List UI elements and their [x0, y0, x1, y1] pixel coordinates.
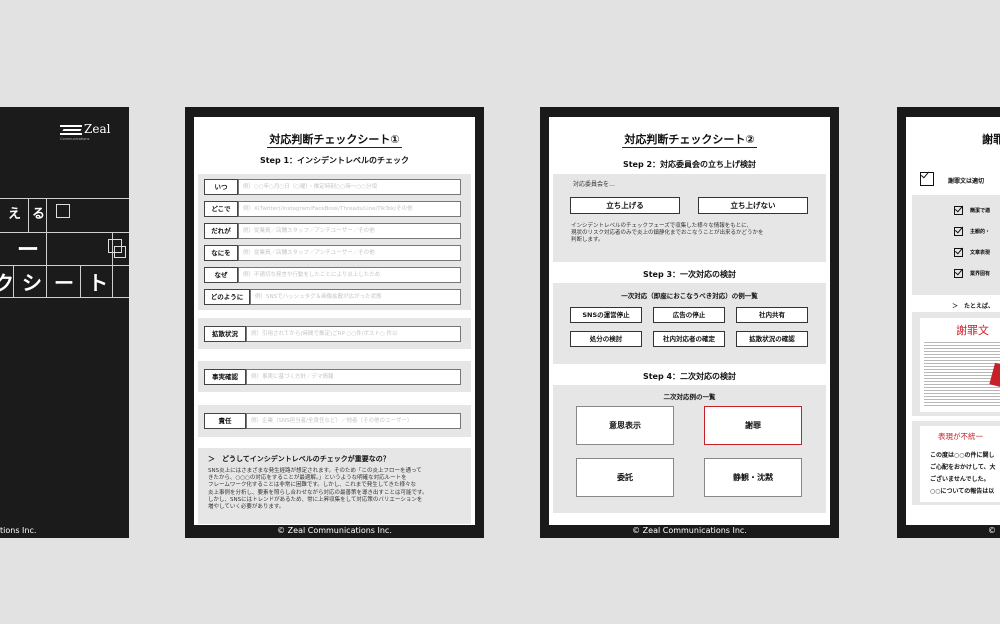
check-item-label: 文章表現 — [970, 250, 991, 256]
cover-page: Zeal Communications え る ー ク シ ー ト tions … — [0, 107, 129, 538]
cover-title-char: る — [32, 207, 46, 222]
divider-line — [80, 265, 81, 297]
who-field[interactable]: 例）従業員／店舗スタッフ／アンチユーザー／その他 — [238, 223, 461, 239]
logo-text: Zeal — [84, 122, 111, 136]
page-title: 対応判断チェックシート① — [267, 133, 402, 148]
bad-example-line: ご心配をおかけして、大 — [930, 464, 996, 471]
apology-sheet-page: 謝罪文 謝罪文は適切 簡潔で適 主観的・ 文章表現 業界固有 ＞ たとえば、 謝… — [897, 107, 1000, 538]
decor-square — [114, 246, 126, 258]
what-field[interactable]: 例）従業員／店舗スタッフ／アンチユーザー／その他 — [238, 245, 461, 261]
no-launch-committee-button[interactable]: 立ち上げない — [698, 197, 808, 214]
when-field[interactable]: 例）○○年○月○日（○曜）・推定時刻○○時～○○分頃 — [238, 179, 461, 195]
first-response-item[interactable]: 社内共有 — [736, 307, 808, 323]
field-label-where: どこで — [204, 201, 238, 217]
step-3-heading: Step 3：一次対応の検討 — [642, 270, 737, 279]
field-label-when: いつ — [204, 179, 238, 195]
field-label-who: だれが — [204, 223, 238, 239]
check-sheet-2-page: 対応判断チェックシート② Step 2：対応委員会の立ち上げ検討 対応委員会を…… — [540, 107, 839, 538]
logo-subtext: Communications — [60, 137, 90, 141]
sheet-3-content: 謝罪文 謝罪文は適切 簡潔で適 主観的・ 文章表現 業界固有 ＞ たとえば、 謝… — [906, 117, 1000, 525]
page-footer: © Zeal Communications Inc. — [632, 526, 747, 535]
decor-square — [56, 204, 70, 218]
check-item-label: 主観的・ — [970, 229, 991, 235]
where-field[interactable]: 例）X(Twitter)/Instagram/FaceBook/Threads/… — [238, 201, 461, 217]
cover-title-char: え — [8, 207, 22, 222]
second-response-silence[interactable]: 静観・沈黙 — [704, 458, 802, 497]
checkbox-icon[interactable] — [920, 172, 934, 186]
responsibility-field[interactable]: 例）企業（SNS担当者/全責任など）／他者（その他のユーザー） — [246, 413, 461, 429]
note-line: 炎上事例を分析し、要素を照らし合わせながら対応の最善策を導き出すことは可能です。 — [208, 489, 428, 496]
cover-footer: tions Inc. — [0, 526, 37, 535]
check-item-label: 簡潔で適 — [970, 208, 991, 214]
step-2-heading: Step 2：対応委員会の立ち上げ検討 — [622, 160, 757, 169]
step-4-heading: Step 4：二次対応の検討 — [642, 372, 737, 381]
checkbox-icon[interactable] — [954, 248, 963, 257]
fact-field[interactable]: 例）事実に基づく方針／デマ情報 — [246, 369, 461, 385]
field-label-how: どのように — [204, 289, 250, 305]
field-label-what: なにを — [204, 245, 238, 261]
note-line: しかし、SNSにはトレンドがあるため、常に上昇収集をして対応策のバリエーションを — [208, 496, 423, 503]
document-heading: 謝罪文 — [956, 324, 989, 337]
second-response-list-title: 二次対応例の一覧 — [663, 393, 716, 401]
first-response-item[interactable]: 拡散状況の確認 — [736, 331, 808, 347]
bad-example-card: 表現が不統一 この度は○○の件に関し ご心配をおかけして、大 ございませんでした… — [920, 426, 1000, 502]
how-field[interactable]: 例）SNSでハッシュタグ＆画像拡散が広がった状態 — [250, 289, 461, 305]
cover-title-char: ク — [0, 271, 14, 295]
bad-example-line: ございませんでした。 — [930, 476, 990, 483]
committee-label: 対応委員会を… — [573, 181, 616, 188]
note-title: ＞ どうしてインシデントレベルのチェックが重要なの？ — [208, 455, 390, 463]
divider-line — [28, 198, 29, 232]
first-response-item[interactable]: 処分の検討 — [570, 331, 642, 347]
page-footer: © Zeal Communications Inc. — [277, 526, 392, 535]
divider-line — [0, 297, 129, 298]
field-label-fact: 事実確認 — [204, 369, 246, 385]
cover-title-char: ー — [17, 238, 40, 263]
field-label-responsibility: 責任 — [204, 413, 246, 429]
first-response-item[interactable]: 広告の停止 — [653, 307, 725, 323]
note-body: SNS炎上にはさまざまな発生経路が想定されます。そのため「この炎上フローを通って… — [208, 468, 427, 511]
checkbox-icon[interactable] — [954, 269, 963, 278]
first-response-item[interactable]: SNSの運営停止 — [570, 307, 642, 323]
description-line: 判断します。 — [571, 237, 604, 244]
sheet-2-content: 対応判断チェックシート② Step 2：対応委員会の立ち上げ検討 対応委員会を…… — [549, 117, 830, 525]
divider-line — [46, 198, 47, 297]
example-intro: ＞ たとえば、 — [952, 303, 995, 310]
apology-document-image: 謝罪文 — [920, 318, 1000, 412]
field-label-why: なぜ — [204, 267, 238, 283]
second-response-delegate[interactable]: 委託 — [576, 458, 674, 497]
main-check-label: 謝罪文は適切 — [948, 178, 985, 185]
page-title: 対応判断チェックシート② — [622, 133, 757, 148]
cover-title-char: ト — [88, 271, 108, 295]
bad-example-line: ○○についての報告は以 — [930, 488, 995, 495]
logo-mark-icon — [60, 124, 82, 135]
launch-committee-button[interactable]: 立ち上げる — [570, 197, 680, 214]
second-response-apology[interactable]: 謝罪 — [704, 406, 802, 445]
divider-line — [0, 265, 129, 266]
cover-title-char: ー — [54, 271, 74, 295]
first-response-list-title: 一次対応（即座におこなうべき対応）の例一覧 — [621, 292, 758, 300]
step-1-heading: Step 1：インシデントレベルのチェック — [259, 156, 410, 165]
divider-line — [0, 198, 129, 199]
page-footer: © — [988, 526, 996, 535]
first-response-item[interactable]: 社内対応者の確定 — [653, 331, 725, 347]
cover-title-char: シ — [22, 271, 42, 295]
document-text-lines — [924, 340, 1000, 406]
spread-field[interactable]: 例）引用されてから(時間で推定)ごRP ○○件/ポスト○ 件以 — [246, 326, 461, 342]
sheet-1-content: 対応判断チェックシート① Step 1：インシデントレベルのチェック いつ 例）… — [194, 117, 475, 525]
check-item-label: 業界固有 — [970, 271, 991, 277]
field-label-spread: 拡散状況 — [204, 326, 246, 342]
page-title: 謝罪文 — [982, 133, 1000, 146]
bad-example-label: 表現が不統一 — [938, 432, 983, 441]
committee-description: インシデントレベルのチェックフェーズで収集した様々な情報をもとに、 現状のリスク… — [571, 223, 764, 245]
why-field[interactable]: 例）不適切な発言や行動をしたことにより炎上したため — [238, 267, 461, 283]
check-sheet-1-page: 対応判断チェックシート① Step 1：インシデントレベルのチェック いつ 例）… — [185, 107, 484, 538]
checkbox-icon[interactable] — [954, 227, 963, 236]
second-response-expression[interactable]: 意思表示 — [576, 406, 674, 445]
bad-example-line: この度は○○の件に関し — [930, 452, 995, 459]
note-line: 増やしていく必要があります。 — [208, 504, 285, 511]
brand-logo: Zeal — [60, 122, 110, 136]
note-line: フレームワーク化することは非常に困難です。しかし、これまで発生してきた様々な — [208, 482, 416, 489]
checkbox-icon[interactable] — [954, 206, 963, 215]
